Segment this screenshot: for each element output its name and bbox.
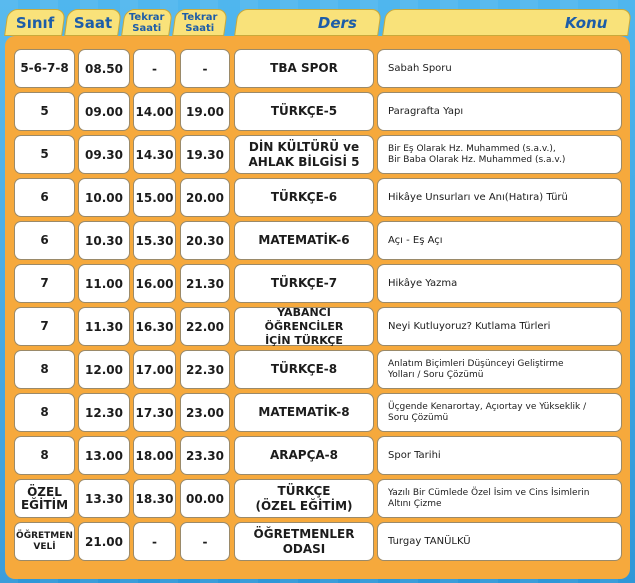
cell-sinif: 8 [14,350,75,389]
cell-tekrar-2: - [180,49,230,88]
cell-tekrar-2: 23.00 [180,393,230,432]
cell-sinif: 7 [14,264,75,303]
cell-saat: 12.00 [78,350,130,389]
tab-tekrar-saati-1: Tekrar Saati [121,9,173,36]
cell-konu: Üçgende Kenarortay, Açıortay ve Yüksekli… [377,393,622,432]
cell-tekrar-1: 14.00 [133,92,176,131]
cell-saat: 09.00 [78,92,130,131]
cell-tekrar-1: - [133,49,176,88]
cell-konu: Bir Eş Olarak Hz. Muhammed (s.a.v.), Bir… [377,135,622,174]
cell-sinif: 5 [14,92,75,131]
cell-sinif: ÖĞRETMEN VELİ [14,522,75,561]
tab-konu: Konu [382,9,632,36]
tab-sinif: Sınıf [4,9,66,36]
cell-tekrar-2: 19.00 [180,92,230,131]
cell-tekrar-2: 20.30 [180,221,230,260]
cell-konu: Anlatım Biçimleri Düşünceyi Geliştirme Y… [377,350,622,389]
cell-tekrar-1: 18.30 [133,479,176,518]
table-row: 5 09.00 14.00 19.00 TÜRKÇE-5 Paragrafta … [5,92,630,131]
cell-saat: 09.30 [78,135,130,174]
table-row: 6 10.00 15.00 20.00 TÜRKÇE-6 Hikâye Unsu… [5,178,630,217]
cell-tekrar-1: 18.00 [133,436,176,475]
cell-sinif: 8 [14,436,75,475]
table-row: ÖZEL EĞİTİM 13.30 18.30 00.00 TÜRKÇE (ÖZ… [5,479,630,518]
cell-ders: ARAPÇA-8 [234,436,374,475]
cell-tekrar-2: 19.30 [180,135,230,174]
table-row: 8 12.00 17.00 22.30 TÜRKÇE-8 Anlatım Biç… [5,350,630,389]
cell-konu: Spor Tarihi [377,436,622,475]
cell-tekrar-1: - [133,522,176,561]
cell-saat: 10.30 [78,221,130,260]
table-row: 5-6-7-8 08.50 - - TBA SPOR Sabah Sporu [5,49,630,88]
cell-tekrar-2: 20.00 [180,178,230,217]
column-header-tabs: Sınıf Saat Tekrar Saati Tekrar Saati Der… [0,0,635,40]
cell-saat: 13.30 [78,479,130,518]
table-row: ÖĞRETMEN VELİ 21.00 - - ÖĞRETMENLER ODAS… [5,522,630,561]
cell-saat: 08.50 [78,49,130,88]
cell-sinif: 7 [14,307,75,346]
cell-ders: ÖĞRETMENLER ODASI [234,522,374,561]
cell-sinif: 6 [14,221,75,260]
cell-konu: Açı - Eş Açı [377,221,622,260]
cell-sinif: 5 [14,135,75,174]
table-row: 6 10.30 15.30 20.30 MATEMATİK-6 Açı - Eş… [5,221,630,260]
cell-tekrar-1: 16.30 [133,307,176,346]
table-row: 8 12.30 17.30 23.00 MATEMATİK-8 Üçgende … [5,393,630,432]
cell-konu: Neyi Kutluyoruz? Kutlama Türleri [377,307,622,346]
cell-ders: TÜRKÇE (ÖZEL EĞİTİM) [234,479,374,518]
tab-saat: Saat [64,9,122,36]
cell-konu: Yazılı Bir Cümlede Özel İsim ve Cins İsi… [377,479,622,518]
cell-tekrar-2: 22.00 [180,307,230,346]
cell-ders: MATEMATİK-6 [234,221,374,260]
cell-saat: 11.00 [78,264,130,303]
cell-ders: DİN KÜLTÜRÜ ve AHLAK BİLGİSİ 5 [234,135,374,174]
cell-ders: TBA SPOR [234,49,374,88]
table-row: 8 13.00 18.00 23.30 ARAPÇA-8 Spor Tarihi [5,436,630,475]
table-row: 7 11.00 16.00 21.30 TÜRKÇE-7 Hikâye Yazm… [5,264,630,303]
cell-tekrar-2: 00.00 [180,479,230,518]
tab-tekrar-saati-2: Tekrar Saati [172,9,228,36]
table-row: 5 09.30 14.30 19.30 DİN KÜLTÜRÜ ve AHLAK… [5,135,630,174]
cell-tekrar-2: 21.30 [180,264,230,303]
table-row: 7 11.30 16.30 22.00 YABANCI ÖĞRENCİLER İ… [5,306,630,347]
cell-tekrar-1: 14.30 [133,135,176,174]
cell-tekrar-2: 23.30 [180,436,230,475]
cell-ders: TÜRKÇE-8 [234,350,374,389]
cell-tekrar-2: 22.30 [180,350,230,389]
cell-sinif: 6 [14,178,75,217]
tab-ders: Ders [234,9,382,36]
cell-saat: 12.30 [78,393,130,432]
schedule-table: 5-6-7-8 08.50 - - TBA SPOR Sabah Sporu 5… [5,36,630,579]
cell-sinif: 8 [14,393,75,432]
cell-konu: Sabah Sporu [377,49,622,88]
cell-saat: 21.00 [78,522,130,561]
cell-saat: 10.00 [78,178,130,217]
cell-konu: Hikâye Unsurları ve Anı(Hatıra) Türü [377,178,622,217]
cell-sinif: 5-6-7-8 [14,49,75,88]
cell-saat: 13.00 [78,436,130,475]
cell-sinif: ÖZEL EĞİTİM [14,479,75,518]
cell-tekrar-2: - [180,522,230,561]
cell-ders: TÜRKÇE-5 [234,92,374,131]
cell-saat: 11.30 [78,307,130,346]
cell-ders: TÜRKÇE-6 [234,178,374,217]
cell-ders: MATEMATİK-8 [234,393,374,432]
cell-tekrar-1: 15.00 [133,178,176,217]
cell-tekrar-1: 17.30 [133,393,176,432]
cell-konu: Hikâye Yazma [377,264,622,303]
cell-tekrar-1: 16.00 [133,264,176,303]
cell-konu: Paragrafta Yapı [377,92,622,131]
cell-konu: Turgay TANÜLKÜ [377,522,622,561]
cell-tekrar-1: 15.30 [133,221,176,260]
cell-ders: TÜRKÇE-7 [234,264,374,303]
cell-ders: YABANCI ÖĞRENCİLER İÇİN TÜRKÇE [234,306,374,347]
cell-tekrar-1: 17.00 [133,350,176,389]
